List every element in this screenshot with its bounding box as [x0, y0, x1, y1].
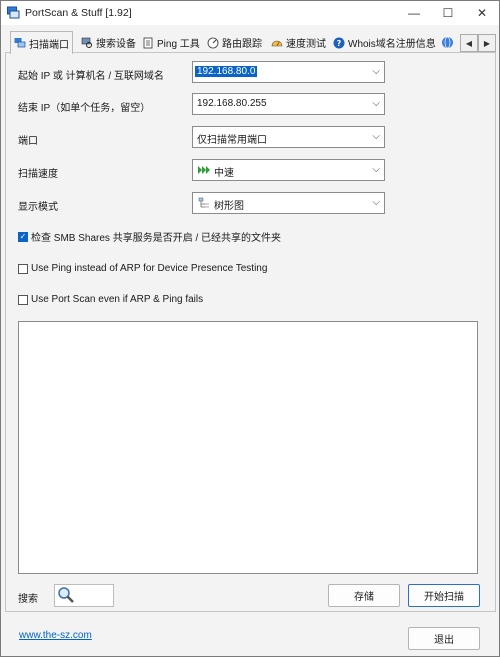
ports-label: 端口 [18, 136, 38, 147]
tab-scroll-left-button[interactable]: ◀ [460, 34, 478, 52]
start-ip-value: 192.168.80.0 [195, 66, 258, 77]
tab-whois[interactable]: ? Whois域名注册信息 [330, 33, 439, 52]
traceroute-icon [207, 37, 219, 48]
search-devices-icon [81, 37, 92, 48]
chevron-down-icon: ⌵ [372, 66, 380, 77]
check-smb-shares-checkbox[interactable]: ✓ 检查 SMB Shares 共享服务是否开启 / 已经共享的文件夹 [18, 229, 281, 244]
tab-scroll-right-button[interactable]: ▶ [478, 34, 496, 52]
close-button[interactable]: ✕ [465, 1, 499, 25]
magnifier-icon [58, 587, 74, 603]
ports-value: 仅扫描常用端口 [197, 135, 267, 146]
maximize-button[interactable]: ☐ [431, 1, 465, 25]
tab-search-devices[interactable]: 搜索设备 [78, 33, 139, 52]
ping-tool-icon [143, 37, 153, 48]
speedometer-icon [271, 40, 283, 46]
chevron-down-icon: ⌵ [372, 131, 380, 142]
chevron-down-icon: ⌵ [372, 164, 380, 175]
results-list[interactable] [18, 321, 478, 574]
checkbox-icon [18, 294, 28, 305]
window-title: PortScan & Stuff [1.92] [25, 7, 132, 19]
use-port-scan-label: Use Port Scan even if ARP & Ping fails [31, 294, 204, 305]
start-ip-combo[interactable]: 192.168.80.0 ⌵ [192, 61, 385, 83]
chevron-down-icon: ⌵ [372, 98, 380, 109]
check-smb-shares-label: 检查 SMB Shares 共享服务是否开启 / 已经共享的文件夹 [31, 233, 282, 244]
minimize-button[interactable]: — [397, 1, 431, 25]
tab-label: 路由跟踪 [222, 39, 262, 50]
checkbox-icon [18, 263, 28, 274]
tab-label: Ping 工具 [157, 39, 200, 50]
speed-value: 中速 [214, 168, 234, 179]
title-bar[interactable]: PortScan & Stuff [1.92] — ☐ ✕ [1, 1, 499, 25]
speed-select[interactable]: 中速 ⌵ [192, 159, 385, 181]
tab-label: 速度测试 [286, 39, 326, 50]
exit-button[interactable]: 退出 [408, 627, 480, 650]
search-input[interactable] [54, 584, 114, 607]
save-button[interactable]: 存储 [328, 584, 400, 607]
website-link[interactable]: www.the-sz.com [19, 630, 92, 641]
tab-strip: 扫描端口 搜索设备 Ping 工具 路由跟踪 速度测试 ? Whois域名注册信… [1, 31, 499, 54]
use-ping-checkbox[interactable]: Use Ping instead of ARP for Device Prese… [18, 263, 267, 274]
app-window: PortScan & Stuff [1.92] — ☐ ✕ 扫描端口 搜索设备 … [0, 0, 500, 657]
tab-label: 扫描端口 [29, 39, 69, 51]
start-ip-label: 起始 IP 或 计算机名 / 互联网域名 [18, 71, 164, 82]
end-ip-value: 192.168.80.255 [197, 98, 267, 109]
display-mode-label: 显示模式 [18, 202, 58, 213]
tab-label: 搜索设备 [96, 39, 136, 50]
end-ip-label: 结束 IP（如单个任务，留空） [18, 103, 151, 114]
search-label: 搜索 [18, 594, 38, 605]
start-scan-button[interactable]: 开始扫描 [408, 584, 480, 607]
tab-scan-ports[interactable]: 扫描端口 [10, 31, 73, 54]
tree-view-icon [198, 197, 209, 208]
tab-speed-test[interactable]: 速度测试 [268, 33, 329, 52]
network-scan-icon [14, 38, 26, 48]
next-tool-icon [442, 36, 453, 49]
tab-traceroute[interactable]: 路由跟踪 [204, 33, 265, 52]
speed-label: 扫描速度 [18, 169, 58, 180]
ports-select[interactable]: 仅扫描常用端口 ⌵ [192, 126, 385, 148]
fast-forward-icon [198, 166, 210, 174]
tab-ping-tool[interactable]: Ping 工具 [139, 33, 203, 52]
use-ping-label: Use Ping instead of ARP for Device Prese… [31, 263, 268, 274]
end-ip-combo[interactable]: 192.168.80.255 ⌵ [192, 93, 385, 115]
tab-label: Whois域名注册信息 [348, 39, 436, 50]
question-icon: ? [333, 37, 345, 48]
chevron-down-icon: ⌵ [372, 197, 380, 208]
app-icon [7, 6, 20, 19]
use-port-scan-checkbox[interactable]: Use Port Scan even if ARP & Ping fails [18, 294, 203, 305]
display-mode-select[interactable]: 树形图 ⌵ [192, 192, 385, 214]
svg-text:?: ? [337, 39, 342, 48]
checkbox-checked-icon: ✓ [18, 231, 28, 242]
display-mode-value: 树形图 [214, 201, 244, 212]
